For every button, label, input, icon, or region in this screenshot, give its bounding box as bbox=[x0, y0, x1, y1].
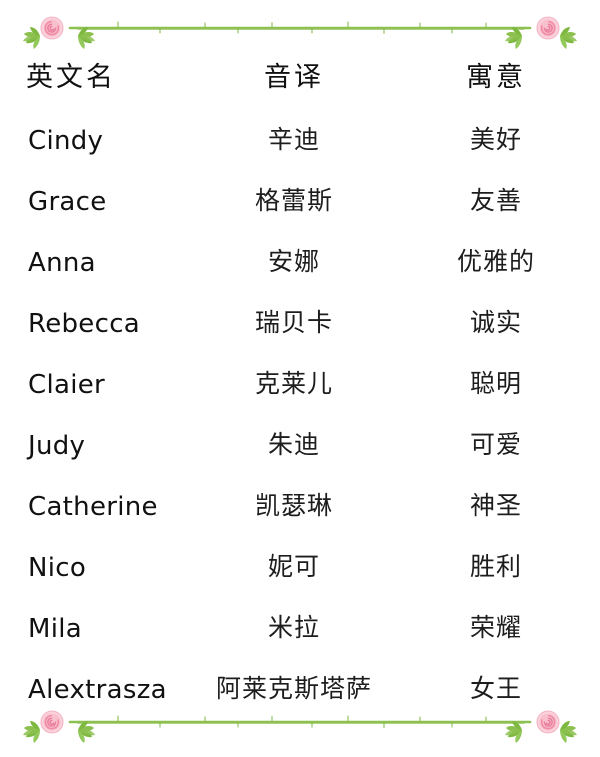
cell-english-name: Alextrasza bbox=[28, 674, 167, 705]
cell-meaning: 诚实 bbox=[469, 310, 522, 337]
cell-meaning: 美好 bbox=[469, 127, 522, 154]
table-row: Cindy 辛迪 美好 bbox=[0, 110, 600, 171]
cell-english-name: Claier bbox=[28, 369, 106, 400]
cell-english-name: Nico bbox=[28, 552, 87, 583]
table-row: Nico 妮可 胜利 bbox=[0, 537, 600, 598]
cell-meaning: 神圣 bbox=[469, 493, 522, 520]
cell-english-name: Anna bbox=[28, 247, 96, 278]
table-row: Anna 安娜 优雅的 bbox=[0, 232, 600, 293]
table-row: Rebecca 瑞贝卡 诚实 bbox=[0, 293, 600, 354]
name-list-page: 英文名 音译 寓意 Cindy 辛迪 美好 Grace 格蕾斯 友善 Anna … bbox=[0, 0, 600, 757]
cell-transliteration: 克莱儿 bbox=[254, 371, 333, 398]
column-header-english-name: 英文名 bbox=[26, 61, 116, 92]
table-row: Mila 米拉 荣耀 bbox=[0, 598, 600, 659]
cell-transliteration: 妮可 bbox=[267, 554, 320, 581]
cell-english-name: Cindy bbox=[28, 125, 104, 156]
table-row: Alextrasza 阿莱克斯塔萨 女王 bbox=[0, 659, 600, 720]
cell-meaning: 胜利 bbox=[469, 554, 522, 581]
cell-english-name: Grace bbox=[28, 186, 107, 217]
cell-meaning: 荣耀 bbox=[469, 615, 522, 642]
cell-english-name: Judy bbox=[28, 430, 86, 461]
cell-english-name: Rebecca bbox=[28, 308, 141, 339]
table-row: Judy 朱迪 可爱 bbox=[0, 415, 600, 476]
table-row: Claier 克莱儿 聪明 bbox=[0, 354, 600, 415]
cell-transliteration: 朱迪 bbox=[267, 432, 320, 459]
cell-meaning: 可爱 bbox=[469, 432, 522, 459]
cell-english-name: Catherine bbox=[28, 491, 158, 522]
cell-transliteration: 辛迪 bbox=[267, 127, 320, 154]
cell-transliteration: 阿莱克斯塔萨 bbox=[215, 676, 372, 703]
table-row: Catherine 凯瑟琳 神圣 bbox=[0, 476, 600, 537]
table-header-row: 英文名 音译 寓意 bbox=[0, 44, 600, 110]
cell-transliteration: 米拉 bbox=[267, 615, 320, 642]
names-table: 英文名 音译 寓意 Cindy 辛迪 美好 Grace 格蕾斯 友善 Anna … bbox=[0, 44, 600, 720]
cell-transliteration: 瑞贝卡 bbox=[254, 310, 333, 337]
cell-transliteration: 安娜 bbox=[267, 249, 320, 276]
cell-english-name: Mila bbox=[28, 613, 83, 644]
cell-meaning: 聪明 bbox=[469, 371, 522, 398]
column-header-meaning: 寓意 bbox=[466, 61, 526, 92]
cell-meaning: 优雅的 bbox=[456, 249, 535, 276]
cell-transliteration: 凯瑟琳 bbox=[254, 493, 333, 520]
table-row: Grace 格蕾斯 友善 bbox=[0, 171, 600, 232]
column-header-transliteration: 音译 bbox=[264, 61, 324, 92]
cell-transliteration: 格蕾斯 bbox=[254, 188, 333, 215]
cell-meaning: 女王 bbox=[469, 676, 522, 703]
cell-meaning: 友善 bbox=[469, 188, 522, 215]
